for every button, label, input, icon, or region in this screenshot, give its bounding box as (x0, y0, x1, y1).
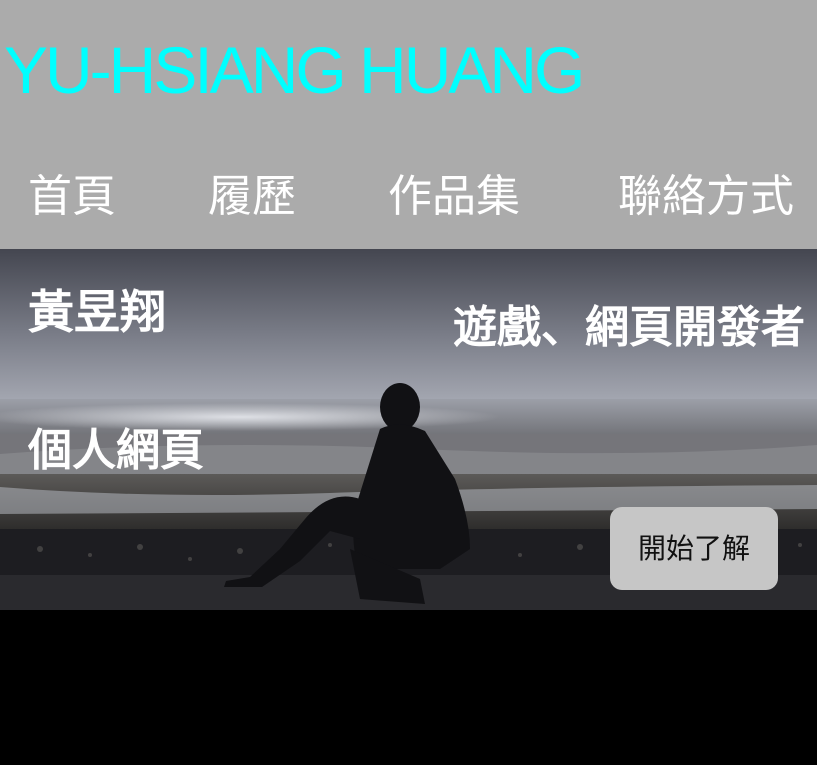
nav-item-portfolio[interactable]: 作品集 (388, 168, 520, 226)
site-title: YU-HSIANG HUANG (4, 33, 585, 107)
hero-role: 遊戲、網頁開發者 (453, 302, 805, 353)
start-learning-button[interactable]: 開始了解 (610, 507, 778, 590)
nav-item-home[interactable]: 首頁 (28, 168, 116, 226)
nav-item-contact[interactable]: 聯絡方式 (618, 168, 794, 226)
hero-banner: 黃昱翔 遊戲、網頁開發者 個人網頁 開始了解 (0, 249, 817, 610)
site-header: YU-HSIANG HUANG 首頁 履歷 作品集 聯絡方式 (0, 0, 817, 249)
page-bottom-area (0, 610, 817, 765)
nav-item-resume[interactable]: 履歷 (208, 168, 296, 226)
hero-subtitle: 個人網頁 (28, 425, 204, 476)
hero-name: 黃昱翔 (28, 285, 166, 339)
